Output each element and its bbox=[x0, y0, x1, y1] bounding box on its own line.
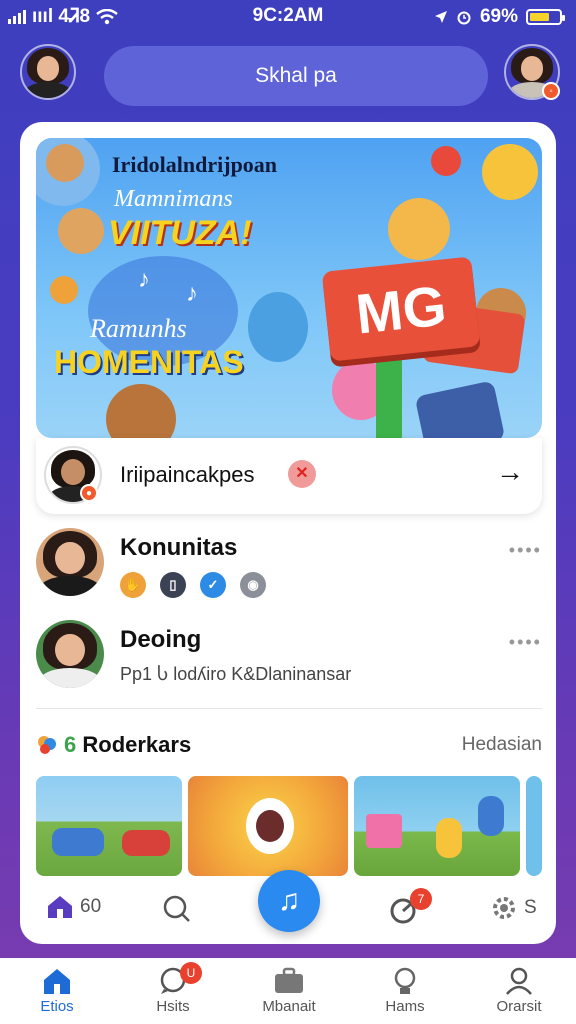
car-icon bbox=[122, 830, 170, 856]
hero-sign: MG bbox=[321, 256, 481, 362]
thumbnail-partial[interactable] bbox=[526, 776, 542, 876]
close-icon[interactable]: ✕ bbox=[288, 460, 316, 488]
nav-briefcase[interactable]: Mbanait bbox=[234, 964, 344, 1015]
thumbnail-music[interactable] bbox=[188, 776, 348, 876]
avatar-face bbox=[22, 46, 74, 98]
settings-label: S bbox=[524, 897, 537, 918]
trophy-icon bbox=[394, 967, 416, 994]
nav-briefcase-label: Mbanait bbox=[262, 998, 316, 1015]
bottom-nav: Etios U Hsits Mbanait Hams Orarsit bbox=[0, 958, 576, 1024]
battery-icon bbox=[526, 9, 565, 25]
messages-badge: U bbox=[180, 962, 202, 984]
camera-icon[interactable]: ◉ bbox=[240, 572, 266, 598]
check-bubble-icon[interactable]: ✓ bbox=[200, 572, 226, 598]
contact-name: Deoing bbox=[120, 626, 202, 653]
section-count: 6 bbox=[64, 732, 77, 757]
teddy-bear-icon bbox=[58, 208, 104, 254]
nav-hams[interactable]: Hams bbox=[350, 964, 460, 1015]
hero-headline-2: HOMENITAS bbox=[54, 344, 244, 380]
home-icon bbox=[44, 969, 70, 994]
blue-bear-icon bbox=[248, 292, 308, 362]
top-bar: Skhal pa ◦ bbox=[0, 44, 576, 108]
guitar-icon bbox=[106, 384, 176, 438]
contact-item[interactable]: Deoing Pp1 Ⴑ lodʎiro K&Dlaninansar •••• bbox=[36, 620, 542, 700]
music-note-icon: ♪ bbox=[138, 266, 150, 293]
hero-headline: VIITUZA! bbox=[108, 214, 252, 252]
home-action[interactable]: 60 bbox=[46, 894, 101, 920]
section-header: 6 Roderkars Hedasian bbox=[36, 728, 542, 762]
sun-face-icon bbox=[482, 144, 538, 200]
hand-icon[interactable]: ✋ bbox=[120, 572, 146, 598]
music-note-icon: ♪ bbox=[186, 280, 198, 307]
section-title: 6 Roderkars bbox=[64, 732, 191, 758]
featured-badge: ● bbox=[80, 484, 98, 502]
instrument-icon bbox=[256, 810, 284, 842]
kid-icon bbox=[478, 796, 504, 836]
contact-name: Konunitas bbox=[120, 534, 238, 561]
nav-home[interactable]: Etios bbox=[2, 964, 112, 1015]
teddy-bear-icon bbox=[388, 198, 450, 260]
status-right: 69% bbox=[434, 6, 565, 28]
nav-profile-label: Orarsit bbox=[496, 998, 542, 1015]
contact-avatar bbox=[36, 528, 104, 596]
tile-icon bbox=[414, 380, 506, 438]
sign-pole bbox=[376, 348, 402, 438]
featured-name: Iriipaincakpes bbox=[120, 462, 255, 487]
phone-icon[interactable]: ▯ bbox=[160, 572, 186, 598]
hero-subtitle-2: Ramunhs bbox=[90, 314, 187, 343]
more-icon[interactable]: •••• bbox=[509, 540, 542, 561]
main-card: ♪ ♪ MG Iridolalndrijpoan Mamnimans VIITU… bbox=[20, 122, 556, 944]
contact-avatar bbox=[36, 620, 104, 688]
thumbnail-row bbox=[36, 776, 542, 876]
search-action[interactable] bbox=[162, 894, 192, 924]
profile-badge: ◦ bbox=[542, 82, 560, 100]
person-icon bbox=[506, 967, 532, 995]
alarm-icon bbox=[457, 11, 471, 25]
board-icon bbox=[366, 814, 402, 848]
hero-banner[interactable]: ♪ ♪ MG Iridolalndrijpoan Mamnimans VIITU… bbox=[36, 138, 542, 438]
nav-hams-label: Hams bbox=[385, 998, 425, 1015]
music-bubble-icon bbox=[431, 146, 461, 176]
thumbnail-cars[interactable] bbox=[36, 776, 182, 876]
nav-profile[interactable]: Orarsit bbox=[464, 964, 574, 1015]
contact-icons: ✋ ▯ ✓ ◉ bbox=[120, 572, 266, 598]
user-avatar[interactable] bbox=[20, 44, 76, 100]
battery-percent: 69% bbox=[479, 6, 518, 27]
contact-subtitle: Pp1 Ⴑ lodʎiro K&Dlaninansar bbox=[120, 664, 352, 684]
status-bar: ıııl 4Ꮨ8 9C:2AM 69% bbox=[0, 0, 576, 34]
see-all-link[interactable]: Hedasian bbox=[462, 734, 542, 756]
nav-messages-label: Hsits bbox=[156, 998, 190, 1015]
notification-action[interactable]: 7 bbox=[388, 888, 432, 924]
location-icon bbox=[434, 11, 447, 23]
sign-text: MG bbox=[352, 272, 450, 346]
contact-item[interactable]: Konunitas ✋ ▯ ✓ ◉ •••• bbox=[36, 528, 542, 608]
featured-profile-bar[interactable]: ● Iriipaincakpes ✕ → bbox=[36, 438, 542, 514]
divider bbox=[36, 708, 542, 709]
notification-badge: 7 bbox=[410, 888, 432, 910]
section-title-text: Roderkars bbox=[82, 732, 192, 757]
search-text: Skhal pa bbox=[255, 64, 337, 87]
action-row: 60 ♫ 7 S bbox=[36, 870, 542, 942]
hero-subtitle: Mamnimans bbox=[114, 186, 233, 212]
thumbnail-kids[interactable] bbox=[354, 776, 520, 876]
house-icon bbox=[48, 896, 72, 918]
more-icon[interactable]: •••• bbox=[509, 632, 542, 653]
search-bar[interactable]: Skhal pa bbox=[104, 46, 488, 106]
teddy-bear-icon bbox=[46, 144, 84, 182]
search-icon bbox=[163, 895, 190, 922]
battery-fill bbox=[530, 13, 549, 21]
arrow-right-icon[interactable]: → bbox=[496, 456, 524, 488]
car-icon bbox=[52, 828, 104, 856]
home-count: 60 bbox=[80, 896, 102, 917]
hero-title: Iridolalndrijpoan bbox=[112, 152, 278, 177]
nav-messages[interactable]: U Hsits bbox=[118, 962, 228, 1015]
settings-action[interactable]: S bbox=[490, 894, 537, 922]
music-fab-button[interactable]: ♫ bbox=[258, 870, 320, 932]
gear-icon bbox=[493, 897, 515, 919]
nav-home-label: Etios bbox=[40, 998, 74, 1015]
briefcase-icon bbox=[275, 967, 303, 993]
colorful-logo-icon bbox=[38, 736, 56, 754]
music-bubble-icon bbox=[50, 276, 78, 304]
kid-icon bbox=[436, 818, 462, 858]
